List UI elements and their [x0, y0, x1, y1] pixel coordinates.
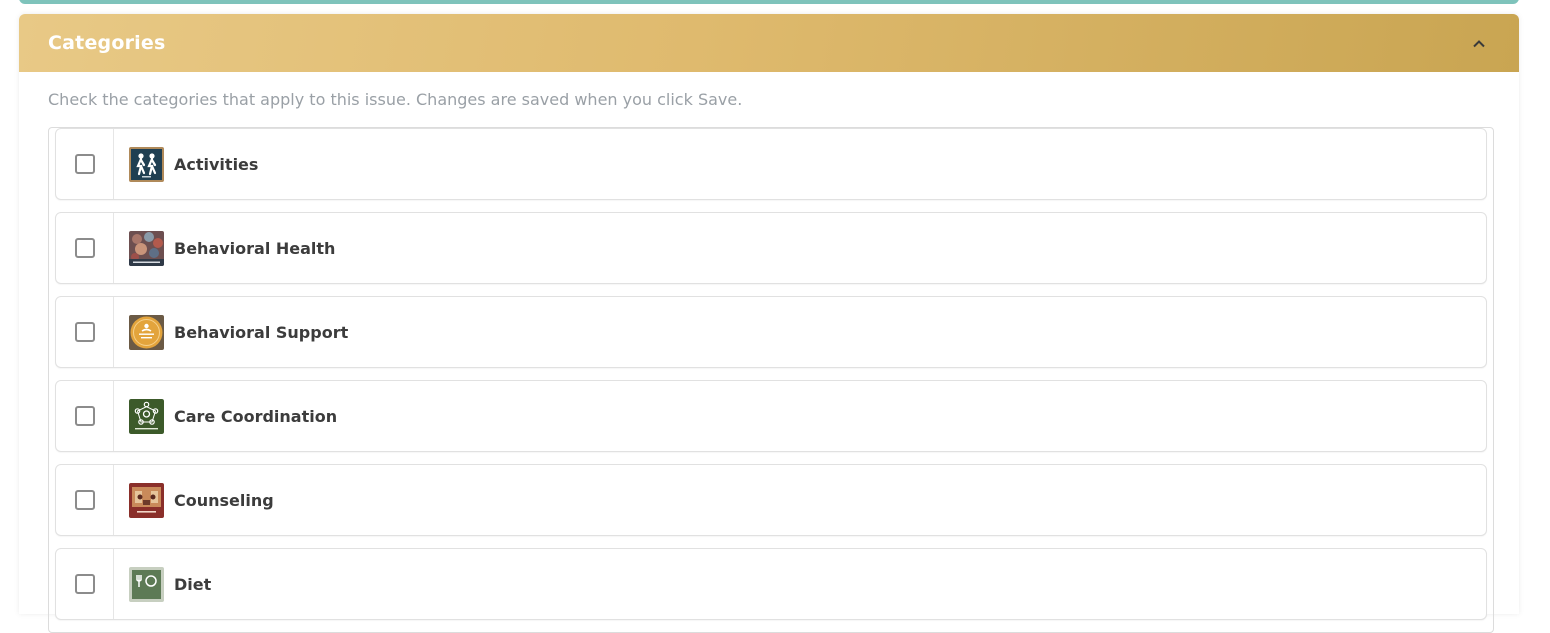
- behavioral-support-icon: [129, 314, 164, 350]
- category-row-behavioral-health[interactable]: Behavioral Health: [55, 212, 1487, 284]
- category-list: Activities Behavioral Health Behavioral …: [48, 127, 1494, 633]
- checkbox-cell[interactable]: [56, 549, 114, 619]
- activities-checkbox[interactable]: [74, 154, 95, 174]
- checkbox-cell[interactable]: [56, 465, 114, 535]
- behavioral-health-checkbox[interactable]: [74, 238, 95, 258]
- behavioral-support-checkbox[interactable]: [74, 322, 95, 342]
- category-label-cell[interactable]: Activities: [114, 129, 1486, 199]
- previous-panel-edge: [19, 0, 1519, 4]
- category-label-cell[interactable]: Behavioral Support: [114, 297, 1486, 367]
- category-label: Behavioral Health: [174, 238, 336, 258]
- behavioral-health-icon: [129, 230, 164, 266]
- category-label-cell[interactable]: Counseling: [114, 465, 1486, 535]
- counseling-icon: [129, 482, 164, 518]
- category-label: Diet: [174, 574, 212, 594]
- category-row-care-coordination[interactable]: Care Coordination: [55, 380, 1487, 452]
- category-label-cell[interactable]: Behavioral Health: [114, 213, 1486, 283]
- help-text: Check the categories that apply to this …: [48, 90, 743, 109]
- category-label-cell[interactable]: Care Coordination: [114, 381, 1486, 451]
- category-label: Behavioral Support: [174, 322, 349, 342]
- panel-body: Check the categories that apply to this …: [19, 72, 1519, 633]
- category-label: Care Coordination: [174, 406, 338, 426]
- counseling-checkbox[interactable]: [74, 490, 95, 510]
- category-row-counseling[interactable]: Counseling: [55, 464, 1487, 536]
- checkbox-cell[interactable]: [56, 297, 114, 367]
- category-row-activities[interactable]: Activities: [55, 128, 1487, 200]
- activities-icon: [129, 146, 164, 182]
- checkbox-cell[interactable]: [56, 213, 114, 283]
- diet-checkbox[interactable]: [74, 574, 95, 594]
- care-coordination-icon: [129, 398, 164, 434]
- checkbox-cell[interactable]: [56, 381, 114, 451]
- categories-panel: Categories Check the categories that app…: [19, 14, 1519, 633]
- category-row-diet[interactable]: Diet: [55, 548, 1487, 620]
- care-coordination-checkbox[interactable]: [74, 406, 95, 426]
- checkbox-cell[interactable]: [56, 129, 114, 199]
- category-label: Counseling: [174, 490, 274, 510]
- category-label-cell[interactable]: Diet: [114, 549, 1486, 619]
- categories-panel-header[interactable]: Categories: [19, 14, 1519, 72]
- panel-title: Categories: [48, 32, 166, 54]
- category-row-behavioral-support[interactable]: Behavioral Support: [55, 296, 1487, 368]
- chevron-up-icon[interactable]: [1468, 32, 1490, 54]
- category-label: Activities: [174, 154, 259, 174]
